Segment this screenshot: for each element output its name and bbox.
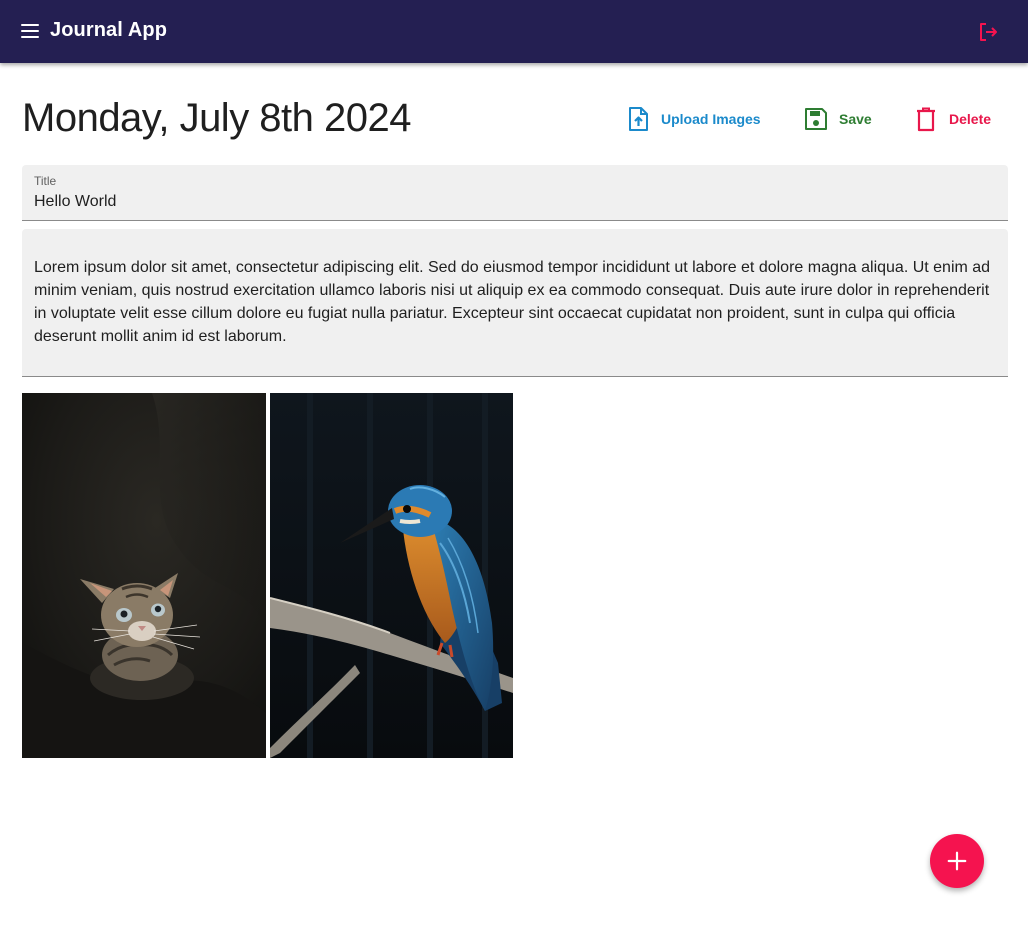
title-field-value[interactable]: Hello World: [34, 193, 116, 211]
gallery-image-kitten[interactable]: [22, 393, 266, 758]
kitten-photo: [22, 393, 266, 758]
add-note-button[interactable]: [930, 834, 984, 888]
app-title: Journal App: [50, 19, 168, 41]
save-icon: [805, 108, 827, 130]
delete-label: Delete: [949, 111, 992, 127]
body-text[interactable]: Lorem ipsum dolor sit amet, consectetur …: [34, 256, 996, 348]
save-label: Save: [839, 111, 872, 127]
body-textarea[interactable]: Lorem ipsum dolor sit amet, consectetur …: [22, 229, 1008, 377]
trash-icon: [917, 107, 935, 132]
upload-file-icon: [629, 107, 648, 131]
save-button[interactable]: Save: [804, 103, 872, 135]
upload-images-label: Upload Images: [661, 111, 761, 127]
plus-icon: [947, 851, 967, 871]
kingfisher-photo: [270, 393, 513, 758]
title-field[interactable]: Title Hello World: [22, 165, 1008, 221]
title-field-label: Title: [34, 174, 57, 188]
gallery-image-kingfisher[interactable]: [270, 393, 513, 758]
note-date-heading: Monday, July 8th 2024: [22, 96, 412, 140]
upload-images-button[interactable]: Upload Images: [626, 103, 761, 135]
logout-icon[interactable]: [976, 20, 1000, 44]
menu-icon[interactable]: [20, 22, 40, 40]
app-bar: Journal App: [0, 0, 1028, 63]
delete-button[interactable]: Delete: [914, 103, 991, 135]
